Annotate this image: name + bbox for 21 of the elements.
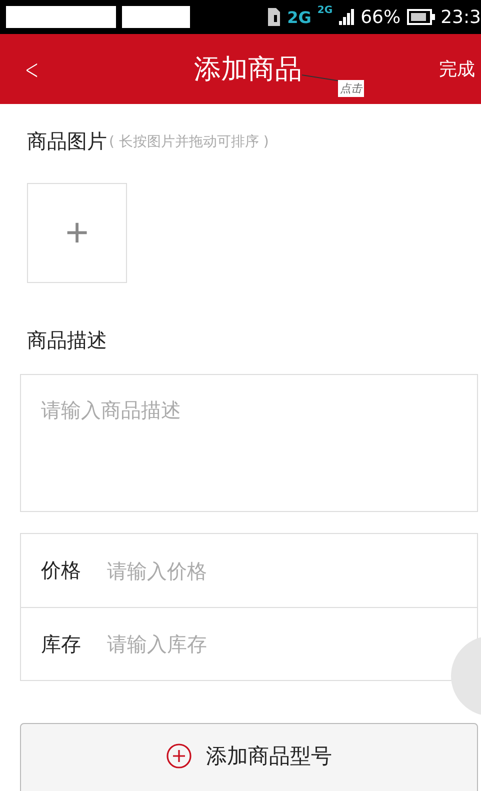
section-label: 商品描述 — [27, 328, 107, 352]
page-title: 添加商品 — [194, 53, 302, 87]
section-hint: ( 长按图片并拖动可排序 ) — [109, 132, 269, 150]
battery-icon — [406, 9, 435, 25]
add-variant-button[interactable]: 添加商品型号 — [20, 723, 478, 791]
network-label: 2G — [287, 8, 312, 26]
add-image-button[interactable]: + — [27, 183, 127, 283]
field-label: 价格 — [41, 557, 82, 584]
sim-card-icon — [267, 7, 282, 27]
network-label: 2G — [317, 5, 333, 16]
description-field[interactable]: 请输入商品描述 — [20, 374, 478, 512]
back-button[interactable]: < — [24, 52, 39, 86]
signal-icon — [338, 9, 355, 25]
done-button[interactable]: 完成 — [439, 57, 475, 81]
field-label: 库存 — [41, 630, 82, 658]
section-label: 商品图片 — [27, 128, 107, 155]
clock: 23:3 — [440, 6, 481, 28]
add-circle-icon — [166, 742, 192, 768]
battery-percent: 66% — [360, 6, 401, 28]
redaction-block — [122, 6, 190, 28]
annotation-note: 点击 — [338, 80, 364, 97]
